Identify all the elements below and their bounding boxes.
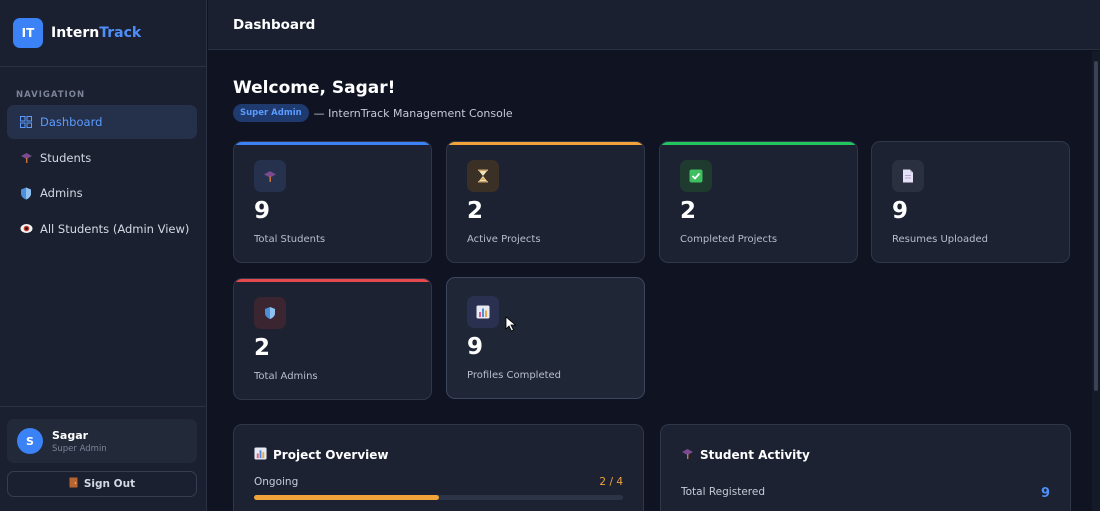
stat-value: 9 [254, 198, 271, 224]
mouse-cursor-icon [505, 316, 517, 332]
stat-label: Completed Projects [680, 234, 778, 245]
checkmark-icon [680, 160, 712, 192]
activity-value: 9 [1040, 486, 1050, 501]
sidebar-item-label: Students [40, 150, 92, 165]
scrollbar-thumb[interactable] [1094, 61, 1098, 391]
document-icon [892, 160, 924, 192]
stat-value: 2 [254, 335, 271, 361]
role-badge: Super Admin [233, 104, 309, 122]
graduation-cap-icon [681, 447, 694, 463]
card-accent-strip [660, 142, 857, 145]
sidebar-item-admins[interactable]: Admins [7, 176, 197, 210]
sidebar-nav: Dashboard Students Admins All Students (… [0, 105, 206, 246]
welcome-heading: Welcome, Sagar! [233, 78, 396, 98]
user-meta: Sagar Super Admin [52, 429, 107, 454]
bar-chart-icon [467, 296, 499, 328]
stat-label: Resumes Uploaded [892, 234, 989, 245]
progress-label: Ongoing [254, 476, 299, 488]
student-activity-panel: Student Activity Total Registered 9 [660, 424, 1071, 511]
stat-value: 9 [892, 198, 909, 224]
bar-chart-icon [254, 447, 267, 463]
sidebar-item-dashboard[interactable]: Dashboard [7, 105, 197, 139]
stat-value: 2 [680, 198, 697, 224]
shield-icon [19, 186, 33, 200]
stat-card-total-students[interactable]: 9 Total Students [233, 141, 432, 263]
project-overview-title: Project Overview [273, 448, 389, 462]
brand-name-main: Intern [51, 25, 100, 41]
sidebar-item-students[interactable]: Students [7, 141, 197, 175]
avatar: S [17, 428, 43, 454]
nav-heading: NAVIGATION [16, 90, 86, 100]
student-activity-title: Student Activity [700, 448, 810, 462]
hourglass-icon [467, 160, 499, 192]
activity-label: Total Registered [681, 486, 765, 498]
stat-card-resumes-uploaded[interactable]: 9 Resumes Uploaded [871, 141, 1070, 263]
stat-card-profiles-completed[interactable]: 9 Profiles Completed [446, 277, 645, 399]
graduation-cap-icon [19, 151, 33, 165]
stat-card-total-admins[interactable]: 2 Total Admins [233, 278, 432, 400]
page-scrollbar[interactable] [1092, 51, 1100, 511]
stat-card-active-projects[interactable]: 2 Active Projects [446, 141, 645, 263]
sidebar-item-label: All Students (Admin View) [40, 221, 190, 236]
graduation-cap-icon [254, 160, 286, 192]
eye-icon [19, 222, 33, 236]
panel-title: Student Activity [681, 447, 810, 463]
stat-value: 9 [467, 334, 484, 360]
progress-row: Ongoing 2 / 4 [254, 476, 623, 488]
brand-name-accent: Track [99, 25, 142, 41]
top-bar: Dashboard [208, 0, 1100, 50]
sidebar-item-label: Dashboard [40, 115, 103, 129]
stat-label: Total Admins [254, 371, 318, 382]
project-overview-panel: Project Overview Ongoing 2 / 4 [233, 424, 644, 511]
progress-value: 2 / 4 [599, 476, 623, 488]
sidebar-item-all-students[interactable]: All Students (Admin View) [7, 212, 197, 246]
panel-title: Project Overview [254, 447, 388, 463]
page-title: Dashboard [233, 16, 316, 33]
console-subtitle: — InternTrack Management Console [313, 106, 513, 120]
card-accent-strip [234, 142, 431, 145]
welcome-subtitle: Super Admin — InternTrack Management Con… [233, 104, 513, 122]
brand[interactable]: IT InternTrack [0, 0, 206, 67]
stat-value: 2 [467, 198, 484, 224]
user-profile[interactable]: S Sagar Super Admin [7, 419, 197, 463]
card-accent-strip [447, 142, 644, 145]
stat-label: Active Projects [467, 234, 541, 245]
stat-card-completed-projects[interactable]: 2 Completed Projects [659, 141, 858, 263]
sidebar: IT InternTrack NAVIGATION Dashboard Stud… [0, 0, 207, 511]
card-accent-strip [234, 279, 431, 282]
stat-label: Profiles Completed [467, 370, 562, 381]
main-content: Welcome, Sagar! Super Admin — InternTrac… [208, 51, 1100, 511]
grid-icon [19, 115, 33, 129]
sidebar-item-label: Admins [40, 186, 83, 200]
brand-logo: IT [13, 18, 43, 48]
activity-row: Total Registered 9 [681, 486, 1050, 501]
door-icon [69, 477, 78, 491]
progress-track [254, 495, 623, 500]
progress-fill [254, 495, 439, 500]
sign-out-label: Sign Out [83, 478, 136, 490]
user-name: Sagar [52, 428, 89, 442]
shield-icon [254, 297, 286, 329]
sidebar-divider [0, 406, 207, 407]
user-role: Super Admin [52, 443, 107, 454]
sign-out-button[interactable]: Sign Out [7, 471, 197, 497]
brand-name: InternTrack [51, 25, 141, 41]
stat-label: Total Students [254, 234, 326, 245]
